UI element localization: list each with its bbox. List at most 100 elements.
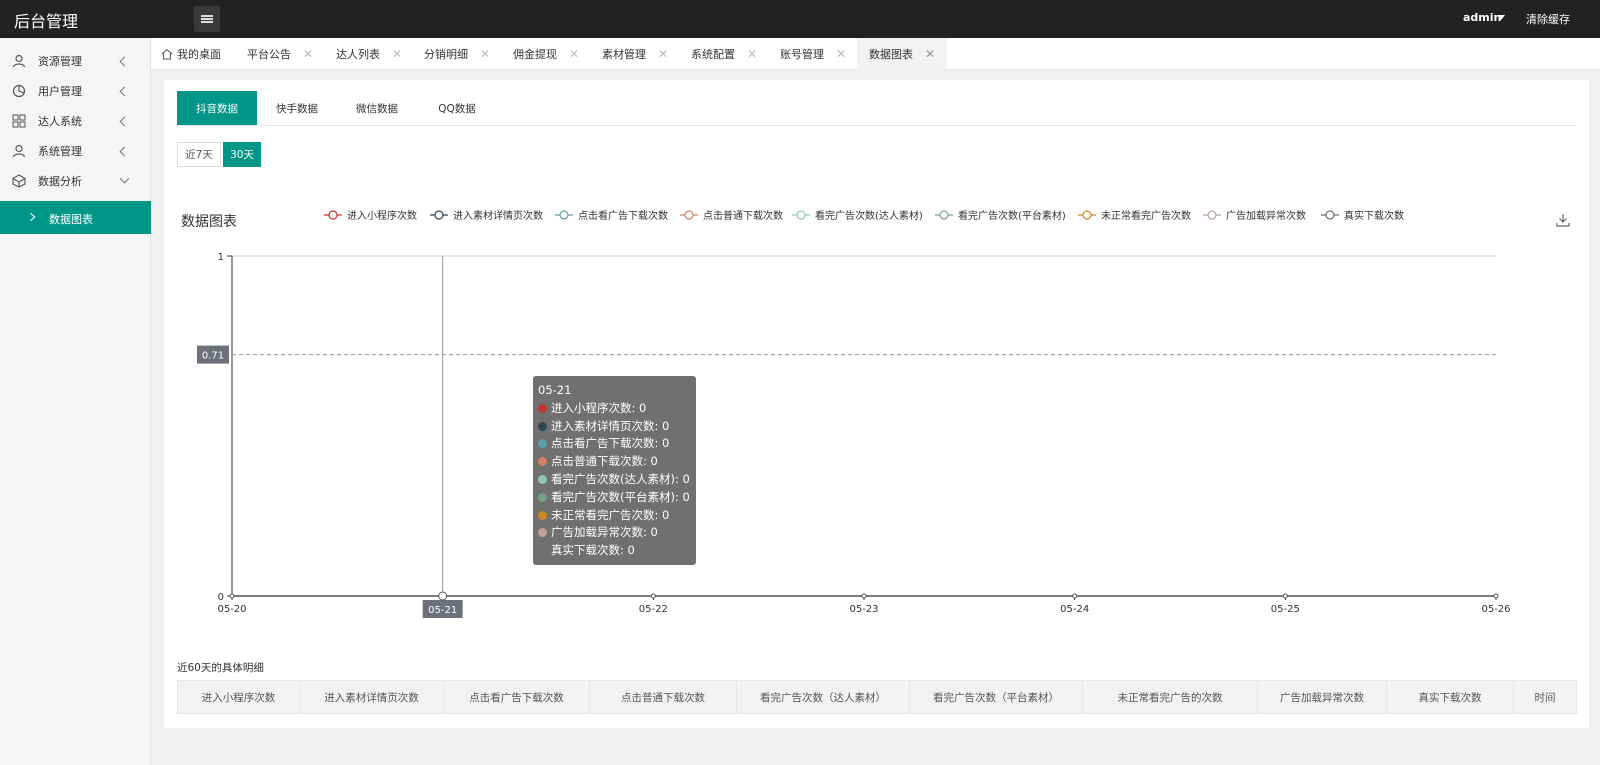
- legend-marker: [796, 210, 806, 220]
- close-icon[interactable]: ✕: [658, 47, 668, 61]
- tab-label: 我的桌面: [177, 48, 221, 61]
- column-header: 点击看广告下载次数: [444, 681, 590, 713]
- legend-label: 点击普通下载次数: [703, 209, 783, 222]
- data-point: [861, 593, 867, 599]
- tab-materials[interactable]: 素材管理 ✕: [602, 38, 668, 70]
- sidebar-item-talent[interactable]: 达人系统: [0, 106, 151, 136]
- close-icon[interactable]: ✕: [480, 47, 490, 61]
- legend-marker: [1325, 210, 1335, 220]
- tab-label: 佣金提现: [513, 48, 557, 61]
- tab-announcements[interactable]: 平台公告 ✕: [247, 38, 313, 70]
- tooltip-row-text: 看完广告次数(平台素材): 0: [551, 489, 690, 504]
- data-point: [1072, 593, 1078, 599]
- legend-marker: [328, 210, 338, 220]
- legend-dot-icon: [538, 528, 547, 538]
- sidebar-item-system[interactable]: 系统管理: [0, 136, 151, 166]
- tooltip-row-text: 点击看广告下载次数: 0: [551, 436, 670, 451]
- legend-label: 进入小程序次数: [347, 209, 417, 222]
- close-icon[interactable]: ✕: [925, 47, 935, 61]
- crosshair-x-label: 05-21: [428, 605, 457, 616]
- sidebar-item-analytics[interactable]: 数据分析: [0, 166, 151, 196]
- legend-marker: [559, 210, 569, 220]
- tab-label: 账号管理: [780, 48, 824, 61]
- sidebar-item-label: 系统管理: [38, 145, 82, 158]
- tab-data-chart[interactable]: 数据图表 ✕: [857, 38, 948, 70]
- caret-down-icon[interactable]: [1497, 15, 1505, 20]
- tooltip-date: 05-21: [538, 383, 572, 397]
- sidebar-item-resources[interactable]: 资源管理: [0, 46, 151, 76]
- column-header: 进入素材详情页次数: [300, 681, 444, 713]
- column-header: 时间: [1534, 691, 1556, 704]
- home-icon: [161, 48, 173, 60]
- cube-icon: [12, 174, 26, 188]
- tab-talent-list[interactable]: 达人列表 ✕: [336, 38, 402, 70]
- legend-label: 进入素材详情页次数: [453, 209, 543, 222]
- tab-commission[interactable]: 佣金提现 ✕: [513, 38, 579, 70]
- x-tick-label: 05-25: [1271, 604, 1300, 615]
- legend-dot-icon: [538, 510, 547, 520]
- menu-toggle-button[interactable]: [194, 6, 220, 32]
- legend-label: 看完广告次数(达人素材): [815, 209, 923, 222]
- data-point: [438, 591, 448, 601]
- crosshair-y-label: 0.71: [202, 351, 224, 362]
- tooltip-row-text: 未正常看完广告次数: 0: [551, 507, 670, 522]
- tooltip-row: 看完广告次数(平台素材): 0: [538, 489, 691, 507]
- chevron-left-icon: [119, 146, 130, 157]
- line-chart: 0 1 05-20 05-21 05-22 05-23 05-24 05-25 05-26 0.7…: [197, 209, 1511, 618]
- sidebar-item-label: 资源管理: [38, 55, 82, 68]
- column-header: 进入小程序次数: [178, 681, 300, 713]
- data-point: [229, 593, 235, 599]
- legend-dot-icon: [538, 474, 547, 484]
- tooltip-row-text: 广告加载异常次数: 0: [551, 525, 658, 540]
- user-icon: [12, 144, 26, 158]
- close-icon[interactable]: ✕: [836, 47, 846, 61]
- data-point: [1493, 593, 1499, 599]
- tab-label: 分销明细: [424, 48, 468, 61]
- legend-label: 真实下载次数: [1344, 209, 1404, 222]
- close-icon[interactable]: ✕: [303, 47, 313, 61]
- legend-label: 广告加载异常次数: [1226, 209, 1306, 222]
- clear-cache-button[interactable]: 清除缓存: [1526, 11, 1570, 27]
- tab-accounts[interactable]: 账号管理 ✕: [780, 38, 846, 70]
- legend-label: 点击看广告下载次数: [578, 209, 668, 222]
- sidebar: 资源管理 用户管理 达人系统 系统管理 数据分析 数据图表: [0, 38, 151, 765]
- chevron-left-icon: [119, 86, 130, 97]
- sidebar-subitem-data-chart[interactable]: 数据图表: [0, 201, 151, 234]
- legend-label: 看完广告次数(平台素材): [958, 209, 1066, 222]
- tooltip-row: 进入小程序次数: 0: [538, 400, 691, 418]
- chevron-down-icon: [119, 173, 130, 184]
- x-tick-label: 05-26: [1481, 604, 1510, 615]
- tooltip-rows: 进入小程序次数: 0 进入素材详情页次数: 0 点击看广告下载次数: 0 点击普通下载…: [538, 400, 691, 560]
- tab-label: 平台公告: [247, 48, 291, 61]
- sidebar-item-users[interactable]: 用户管理: [0, 76, 151, 106]
- legend-dot-icon: [538, 439, 547, 449]
- chevron-left-icon: [119, 116, 130, 127]
- top-bar: 后台管理 admin 清除缓存: [0, 0, 1600, 38]
- tooltip-row-text: 看完广告次数(达人素材): 0: [551, 471, 690, 486]
- column-header: 点击普通下载次数: [590, 681, 737, 713]
- legend-marker: [1082, 210, 1092, 220]
- tooltip-row: 广告加载异常次数: 0: [538, 524, 691, 542]
- x-tick-label: 05-22: [639, 604, 668, 615]
- close-icon[interactable]: ✕: [392, 47, 402, 61]
- chart-tooltip: 05-21 进入小程序次数: 0 进入素材详情页次数: 0 点击看广告下载次数: 0…: [533, 376, 696, 565]
- legend-dot-icon: [538, 492, 547, 502]
- close-icon[interactable]: ✕: [569, 47, 579, 61]
- x-tick-label: 05-23: [849, 604, 878, 615]
- tab-system-config[interactable]: 系统配置 ✕: [691, 38, 757, 70]
- sidebar-item-label: 达人系统: [38, 115, 82, 128]
- tooltip-row: 点击看广告下载次数: 0: [538, 435, 691, 453]
- tab-distribution[interactable]: 分销明细 ✕: [424, 38, 490, 70]
- close-icon[interactable]: ✕: [747, 47, 757, 61]
- sidebar-subitem-label: 数据图表: [49, 213, 93, 226]
- data-point: [650, 593, 656, 599]
- chevron-left-icon: [119, 56, 130, 67]
- sidebar-item-label: 用户管理: [38, 85, 82, 98]
- legend-marker: [939, 210, 949, 220]
- tooltip-row: 未正常看完广告次数: 0: [538, 507, 691, 525]
- y-tick-label: 0: [218, 592, 224, 603]
- tooltip-row-text: 点击普通下载次数: 0: [551, 454, 658, 469]
- user-menu[interactable]: admin: [1463, 11, 1501, 24]
- main-panel: 抖音数据 快手数据 微信数据 QQ数据 近7天 30天 数据图表 0 1 05-20…: [164, 80, 1589, 728]
- tab-home[interactable]: 我的桌面: [161, 38, 221, 70]
